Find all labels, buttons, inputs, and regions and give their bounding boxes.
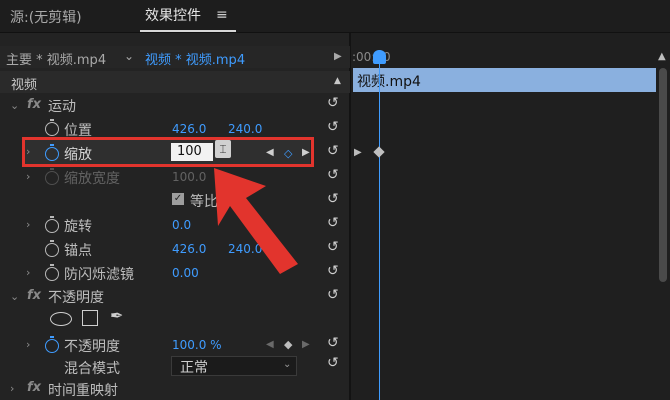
collapse-chevron-icon[interactable]: ⌄ xyxy=(10,290,19,303)
active-tab-underline xyxy=(140,30,236,32)
opacity-effect-label: 不透明度 xyxy=(48,290,104,306)
next-keyframe-icon[interactable]: ▶ xyxy=(302,339,310,350)
reset-icon[interactable]: ↺ xyxy=(327,167,339,183)
play-triangle-icon[interactable]: ▶ xyxy=(334,51,342,62)
rotation-value[interactable]: 0.0 xyxy=(172,218,191,232)
position-y-value[interactable]: 240.0 xyxy=(228,122,262,136)
sequence-clip-label[interactable]: 视频 * 视频.mp4 xyxy=(145,49,245,68)
scroll-up-icon[interactable]: ▲ xyxy=(334,76,341,86)
expand-chevron-icon[interactable]: › xyxy=(26,218,30,231)
anti-flicker-label: 防闪烁滤镜 xyxy=(64,267,134,283)
expand-chevron-icon[interactable]: › xyxy=(26,266,30,279)
anti-flicker-value[interactable]: 0.00 xyxy=(172,266,199,280)
vertical-scrollbar[interactable] xyxy=(659,68,667,282)
expand-chevron-icon: › xyxy=(26,170,31,183)
chevron-down-icon[interactable]: ⌄ xyxy=(283,359,291,370)
video-section-header xyxy=(0,71,350,93)
rectangle-mask-icon[interactable] xyxy=(82,310,98,326)
anchor-label: 锚点 xyxy=(64,243,92,259)
playhead-line[interactable] xyxy=(379,63,380,400)
blend-mode-label: 混合模式 xyxy=(64,361,120,377)
position-x-value[interactable]: 426.0 xyxy=(172,122,206,136)
stopwatch-icon[interactable] xyxy=(45,264,59,281)
playhead-handle[interactable] xyxy=(373,50,386,64)
reset-icon[interactable]: ↺ xyxy=(327,215,339,231)
expand-chevron-icon[interactable]: › xyxy=(26,338,30,351)
reset-icon[interactable]: ↺ xyxy=(327,95,339,111)
collapse-chevron-icon[interactable]: ⌄ xyxy=(10,99,19,112)
reset-icon[interactable]: ↺ xyxy=(327,355,339,371)
prev-keyframe-icon[interactable]: ◀ xyxy=(266,339,274,350)
ellipse-mask-icon[interactable] xyxy=(50,312,72,326)
keyframe-nav-arrow-icon[interactable]: ▶ xyxy=(354,147,362,158)
blend-mode-value: 正常 xyxy=(180,360,208,376)
panel-tab-bar xyxy=(0,0,670,33)
stopwatch-icon[interactable] xyxy=(45,240,59,257)
reset-icon[interactable]: ↺ xyxy=(327,263,339,279)
keyframe-diamond-icon[interactable]: ◆ xyxy=(284,338,292,351)
stopwatch-icon[interactable] xyxy=(45,119,59,136)
time-remap-label: 时间重映射 xyxy=(48,383,118,399)
opacity-value[interactable]: 100.0 % xyxy=(172,338,222,352)
stopwatch-icon[interactable] xyxy=(45,216,59,233)
reset-icon[interactable]: ↺ xyxy=(327,335,339,351)
uniform-scale-checkbox[interactable]: ✓ xyxy=(172,193,184,205)
motion-effect-label: 运动 xyxy=(48,99,76,115)
tab-source[interactable]: 源:(无剪辑) xyxy=(10,7,82,27)
video-section-label: 视频 xyxy=(11,78,38,93)
annotation-arrow-icon xyxy=(214,168,298,274)
reset-icon[interactable]: ↺ xyxy=(327,287,339,303)
reset-icon[interactable]: ↺ xyxy=(327,239,339,255)
master-clip-label[interactable]: 主要 * 视频.mp4 xyxy=(6,49,106,68)
fx-icon[interactable]: fx xyxy=(27,97,41,112)
rotation-label: 旋转 xyxy=(64,219,92,235)
opacity-label: 不透明度 xyxy=(64,339,120,355)
fx-icon[interactable]: fx xyxy=(27,288,41,303)
fx-icon[interactable]: fx xyxy=(27,380,41,395)
stopwatch-active-icon[interactable] xyxy=(45,336,59,353)
expand-chevron-icon[interactable]: › xyxy=(10,382,14,395)
tab-effect-controls[interactable]: 效果控件 xyxy=(145,5,201,25)
panel-menu-icon[interactable]: ≡ xyxy=(216,7,228,23)
pen-mask-icon[interactable]: ✒ xyxy=(110,306,123,325)
scroll-up-icon[interactable]: ▲ xyxy=(658,51,666,62)
timeline-clip-label: 视频.mp4 xyxy=(357,74,421,90)
reset-icon[interactable]: ↺ xyxy=(327,119,339,135)
scale-width-label: 缩放宽度 xyxy=(64,171,120,187)
reset-icon[interactable]: ↺ xyxy=(327,191,339,207)
stopwatch-icon xyxy=(45,168,59,185)
chevron-down-icon[interactable]: ⌄ xyxy=(124,49,134,63)
reset-icon[interactable]: ↺ xyxy=(327,143,339,159)
